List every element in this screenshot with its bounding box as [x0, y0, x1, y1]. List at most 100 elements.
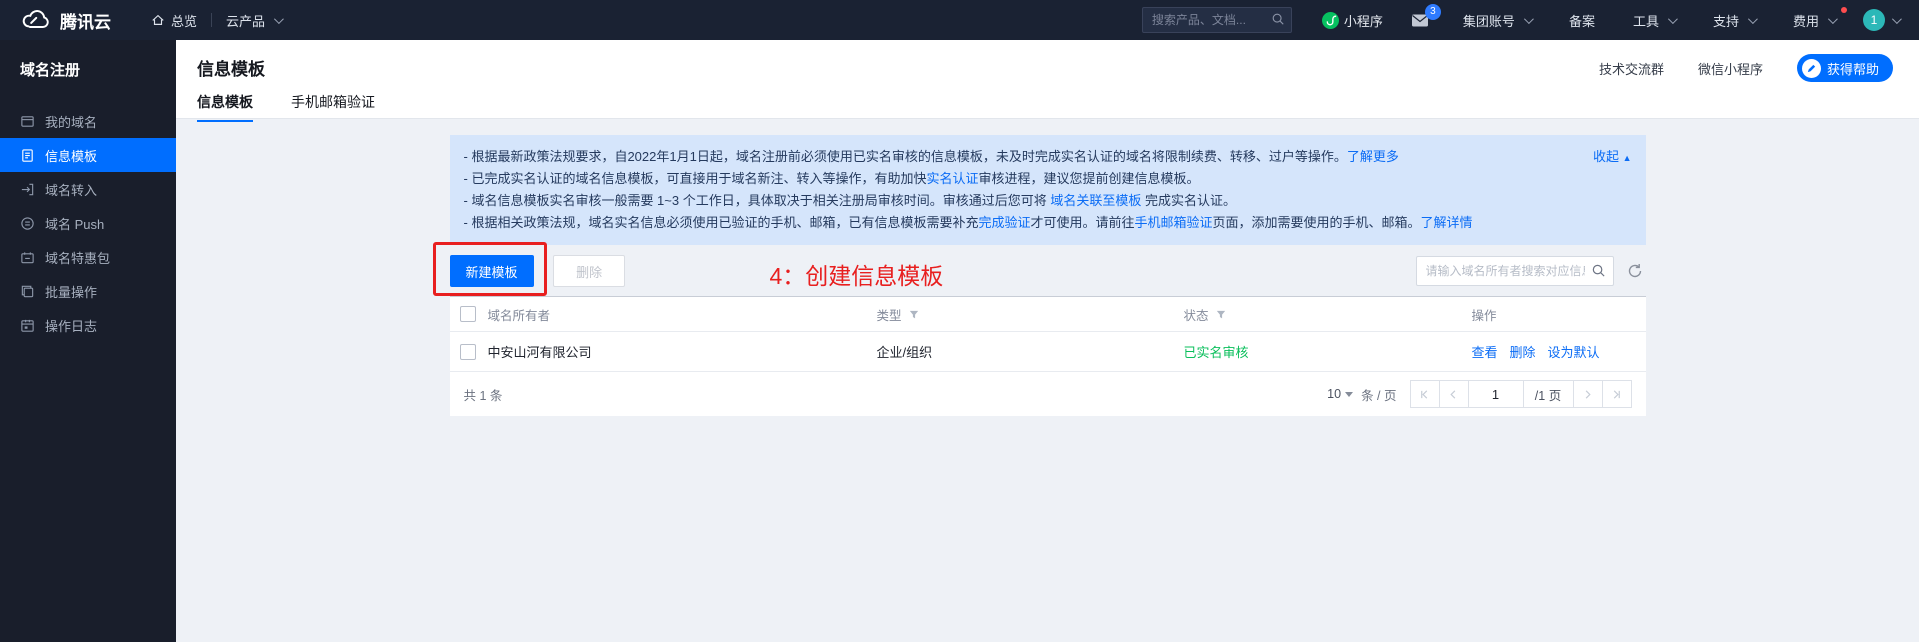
toolbar: 新建模板 删除 4：创建信息模板 — [450, 255, 1646, 287]
new-template-button[interactable]: 新建模板 — [450, 255, 534, 287]
select-all-checkbox[interactable] — [460, 306, 476, 322]
chevron-down-icon — [1524, 14, 1534, 24]
collapse-notice-link[interactable]: 收起 ▲ — [1593, 146, 1632, 169]
phone-email-verify-link[interactable]: 手机邮箱验证 — [1134, 215, 1212, 230]
last-page-button[interactable] — [1602, 380, 1632, 408]
nav-miniapp-label: 小程序 — [1344, 11, 1383, 30]
row-checkbox[interactable] — [460, 344, 476, 360]
tab-phone-email-verify[interactable]: 手机邮箱验证 — [291, 92, 375, 122]
header-right: 技术交流群 微信小程序 获得帮助 — [1599, 54, 1893, 82]
table-header-row: 域名所有者 类型 状态 操作 — [450, 297, 1646, 332]
learn-detail-link[interactable]: 了解详情 — [1421, 215, 1473, 230]
complete-verify-link[interactable]: 完成验证 — [978, 215, 1030, 230]
get-help-label: 获得帮助 — [1827, 59, 1879, 78]
domain-package-icon — [20, 250, 35, 265]
nav-beian[interactable]: 备案 — [1555, 0, 1609, 40]
search-icon[interactable] — [1591, 263, 1606, 278]
pagination-bar: 共 1 条 10 条 / 页 / — [450, 372, 1646, 416]
message-count-badge: 3 — [1425, 4, 1441, 20]
notice-text: - 域名信息模板实名审核一般需要 1~3 个工作日，具体取决于相关注册局审核时间… — [464, 193, 1051, 208]
global-search — [1142, 7, 1292, 33]
sidebar-item-domain-transfer-in[interactable]: 域名转入 — [0, 172, 176, 206]
set-default-link[interactable]: 设为默认 — [1548, 342, 1600, 361]
operation-log-icon — [20, 318, 35, 333]
billing-notification-dot — [1841, 7, 1847, 13]
sidebar-title: 域名注册 — [0, 40, 176, 80]
owner-cell: 中安山河有限公司 — [450, 342, 877, 361]
chevron-down-icon — [1748, 14, 1758, 24]
chevron-down-icon — [1668, 14, 1678, 24]
domain-push-icon — [20, 216, 35, 231]
nav-products[interactable]: 云产品 — [212, 0, 295, 40]
tab-bar: 信息模板 手机邮箱验证 — [176, 92, 1919, 122]
notice-line: - 已完成实名认证的域名信息模板，可直接用于域名新注、转入等操作，有助加快实名认… — [464, 168, 1526, 190]
page-number-input[interactable] — [1468, 380, 1524, 408]
nav-messages[interactable]: 3 — [1401, 13, 1439, 28]
tech-community-link[interactable]: 技术交流群 — [1599, 59, 1664, 78]
pager-group: /1 页 — [1411, 380, 1632, 408]
miniapp-icon — [1322, 12, 1339, 29]
nav-group-account[interactable]: 集团账号 — [1449, 0, 1545, 40]
nav-support-label: 支持 — [1713, 11, 1739, 30]
sidebar-item-domain-package[interactable]: 域名特惠包 — [0, 240, 176, 274]
collapse-label: 收起 — [1593, 149, 1619, 164]
sidebar-item-operation-log[interactable]: 操作日志 — [0, 308, 176, 342]
sidebar-item-domain-push[interactable]: 域名 Push — [0, 206, 176, 240]
get-help-button[interactable]: 获得帮助 — [1797, 54, 1893, 82]
search-icon[interactable] — [1271, 12, 1285, 26]
notice-line: - 根据相关政策法规，域名实名信息必须使用已验证的手机、邮箱，已有信息模板需要补… — [464, 212, 1526, 234]
cloud-logo-icon — [18, 8, 52, 32]
nav-overview[interactable]: 总览 — [137, 0, 211, 40]
owner-name: 中安山河有限公司 — [488, 342, 592, 361]
info-template-icon — [20, 148, 35, 163]
topnav-right: 小程序 3 集团账号 备案 工具 支持 费用 1 — [1142, 0, 1919, 40]
nav-miniapp[interactable]: 小程序 — [1314, 11, 1391, 30]
page-size-unit: 条 / 页 — [1361, 385, 1396, 404]
header-status-cell: 状态 — [1184, 305, 1472, 324]
learn-more-link[interactable]: 了解更多 — [1347, 149, 1399, 164]
prev-page-button[interactable] — [1439, 380, 1469, 408]
tab-info-template[interactable]: 信息模板 — [197, 92, 253, 122]
triangle-up-icon: ▲ — [1623, 153, 1632, 163]
template-search-input[interactable] — [1416, 256, 1614, 286]
refresh-icon[interactable] — [1624, 260, 1646, 282]
sidebar-item-my-domains[interactable]: 我的域名 — [0, 104, 176, 138]
wechat-miniapp-link[interactable]: 微信小程序 — [1698, 59, 1763, 78]
notice-line: - 根据最新政策法规要求，自2022年1月1日起，域名注册前必须使用已实名审核的… — [464, 146, 1526, 168]
notice-banner: - 根据最新政策法规要求，自2022年1月1日起，域名注册前必须使用已实名审核的… — [450, 135, 1646, 245]
nav-tools[interactable]: 工具 — [1619, 0, 1689, 40]
status-badge: 已实名审核 — [1184, 342, 1472, 361]
header-owner-label: 域名所有者 — [488, 305, 551, 324]
chevron-down-icon — [1892, 14, 1902, 24]
account-menu[interactable]: 1 — [1859, 9, 1903, 31]
link-domain-to-template-link[interactable]: 域名关联至模板 — [1050, 193, 1141, 208]
view-link[interactable]: 查看 — [1472, 342, 1498, 361]
sidebar-item-label: 信息模板 — [45, 146, 97, 165]
header-owner-cell: 域名所有者 — [450, 305, 877, 324]
nav-overview-label: 总览 — [171, 11, 197, 30]
first-page-button[interactable] — [1410, 380, 1440, 408]
nav-billing[interactable]: 费用 — [1779, 0, 1849, 40]
filter-icon[interactable] — [909, 310, 919, 320]
nav-support[interactable]: 支持 — [1699, 0, 1769, 40]
sidebar-item-info-template[interactable]: 信息模板 — [0, 138, 176, 172]
sidebar-item-label: 域名特惠包 — [45, 248, 110, 267]
my-domains-icon — [20, 114, 35, 129]
delete-button[interactable]: 删除 — [553, 255, 625, 287]
sidebar-item-batch-operation[interactable]: 批量操作 — [0, 274, 176, 308]
delete-link[interactable]: 删除 — [1510, 342, 1536, 361]
sidebar-item-label: 我的域名 — [45, 112, 97, 131]
sidebar-item-label: 批量操作 — [45, 282, 97, 301]
nav-billing-label: 费用 — [1793, 11, 1819, 30]
page-size-select[interactable]: 10 — [1327, 387, 1353, 401]
notice-line: - 域名信息模板实名审核一般需要 1~3 个工作日，具体取决于相关注册局审核时间… — [464, 190, 1526, 212]
global-search-input[interactable] — [1142, 7, 1292, 33]
filter-icon[interactable] — [1216, 310, 1226, 320]
next-page-button[interactable] — [1573, 380, 1603, 408]
realname-auth-link[interactable]: 实名认证 — [926, 171, 978, 186]
annotation-step-text: 4：创建信息模板 — [770, 257, 944, 291]
total-count: 共 1 条 — [464, 385, 503, 404]
page-header: 信息模板 技术交流群 微信小程序 获得帮助 信息模板 手机邮箱验证 — [176, 40, 1919, 119]
header-actions-cell: 操作 — [1472, 305, 1646, 324]
tencent-cloud-logo[interactable]: 腾讯云 — [0, 8, 137, 33]
